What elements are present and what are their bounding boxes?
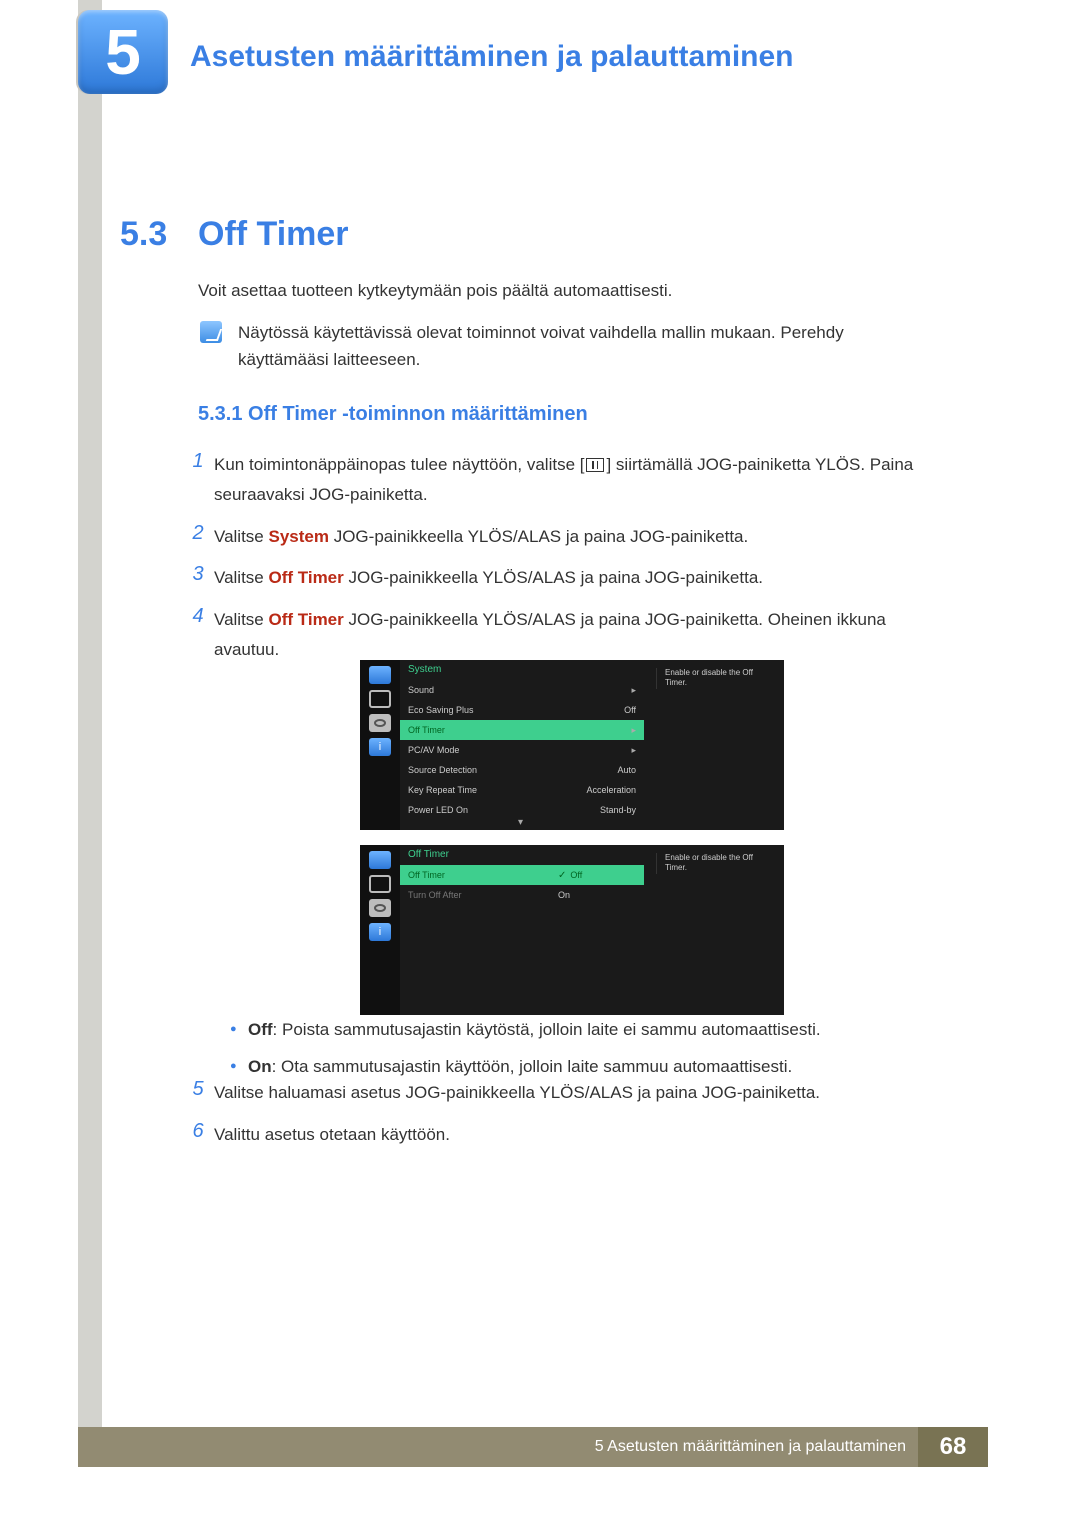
bullet-dot-icon: ●: [230, 1053, 248, 1080]
bullet-item: ●Off: Poista sammutusajastin käytöstä, j…: [230, 1016, 940, 1043]
highlight-term: Off Timer: [269, 568, 344, 587]
footer-bar: 5 Asetusten määrittäminen ja palauttamin…: [78, 1427, 918, 1467]
bullet-dot-icon: ●: [230, 1016, 248, 1043]
chapter-title: Asetusten määrittäminen ja palauttaminen: [190, 40, 794, 74]
resize-icon: [369, 690, 391, 708]
osd-description: Enable or disable the Off Timer.: [656, 668, 776, 689]
bullet-text: On: Ota sammutusajastin käyttöön, jolloi…: [248, 1053, 792, 1080]
osd-iconbar: i: [360, 660, 400, 830]
highlight-term: System: [269, 527, 329, 546]
osd-offtimer-menu: i Off Timer Off Timer Turn Off After ✓ Off…: [360, 845, 784, 1015]
menu-value: Stand-by: [600, 805, 636, 815]
subsection-title: 5.3.1 Off Timer -toiminnon määrittäminen: [198, 403, 588, 426]
step-text: Valitse haluamasi asetus JOG-painikkeell…: [214, 1078, 942, 1108]
osd-system-menu: i System Sound▸Eco Saving PlusOffOff Tim…: [360, 660, 784, 830]
bullet-item: ●On: Ota sammutusajastin käyttöön, jollo…: [230, 1053, 940, 1080]
osd-popup: ✓ OffOn: [550, 865, 644, 905]
osd-rows: Off Timer Turn Off After: [400, 865, 550, 905]
page-number: 68: [918, 1427, 988, 1467]
osd-rows: Sound▸Eco Saving PlusOffOff Timer▸PC/AV …: [400, 680, 644, 820]
menu-value: Acceleration: [586, 785, 636, 795]
note-icon: [200, 321, 222, 343]
osd-description: Enable or disable the Off Timer.: [656, 853, 776, 874]
step: 3Valitse Off Timer JOG-painikkeella YLÖS…: [182, 563, 942, 593]
step-text: Kun toimintonäppäinopas tulee näyttöön, …: [214, 450, 942, 510]
menu-row[interactable]: PC/AV Mode▸: [400, 740, 644, 760]
chevron-right-icon: ▸: [631, 745, 636, 756]
menu-icon: [586, 458, 604, 472]
menu-label: Sound: [408, 685, 631, 695]
section-title: Off Timer: [198, 215, 349, 254]
menu-row[interactable]: Eco Saving PlusOff: [400, 700, 644, 720]
step-number: 3: [182, 563, 214, 593]
info-icon: i: [369, 738, 391, 756]
step-text: Valitse System JOG-painikkeella YLÖS/ALA…: [214, 522, 942, 552]
step-number: 4: [182, 605, 214, 665]
steps-list-continued: 5Valitse haluamasi asetus JOG-painikkeel…: [182, 1078, 942, 1162]
section-number: 5.3: [120, 215, 167, 254]
steps-list: 1Kun toimintonäppäinopas tulee näyttöön,…: [182, 450, 942, 677]
menu-value: Off: [624, 705, 636, 715]
chapter-badge: 5: [78, 10, 168, 94]
chevron-right-icon: ▸: [631, 685, 636, 696]
step-text: Valittu asetus otetaan käyttöön.: [214, 1120, 942, 1150]
step: 4Valitse Off Timer JOG-painikkeella YLÖS…: [182, 605, 942, 665]
menu-row[interactable]: Off Timer: [400, 865, 550, 885]
highlight-term: Off Timer: [269, 610, 344, 629]
menu-row[interactable]: Source DetectionAuto: [400, 760, 644, 780]
step-number: 1: [182, 450, 214, 510]
step: 2Valitse System JOG-painikkeella YLÖS/AL…: [182, 522, 942, 552]
info-icon: i: [369, 923, 391, 941]
menu-label: Turn Off After: [408, 890, 542, 900]
popup-option[interactable]: ✓ Off: [550, 865, 644, 885]
bullet-text: Off: Poista sammutusajastin käytöstä, jo…: [248, 1016, 821, 1043]
step: 6Valittu asetus otetaan käyttöön.: [182, 1120, 942, 1150]
bullet-term: Off: [248, 1020, 273, 1039]
step-text: Valitse Off Timer JOG-painikkeella YLÖS/…: [214, 563, 942, 593]
step-number: 5: [182, 1078, 214, 1108]
step-number: 2: [182, 522, 214, 552]
menu-label: PC/AV Mode: [408, 745, 631, 755]
menu-label: Off Timer: [408, 870, 542, 880]
menu-label: Key Repeat Time: [408, 785, 586, 795]
step: 5Valitse haluamasi asetus JOG-painikkeel…: [182, 1078, 942, 1108]
step-text: Valitse Off Timer JOG-painikkeella YLÖS/…: [214, 605, 942, 665]
menu-label: Eco Saving Plus: [408, 705, 624, 715]
option-label: Off: [570, 870, 582, 880]
chevron-right-icon: ▸: [631, 725, 636, 736]
note-text: Näytössä käytettävissä olevat toiminnot …: [238, 319, 938, 373]
monitor-icon: [369, 666, 391, 684]
footer-text: 5 Asetusten määrittäminen ja palauttamin…: [595, 1427, 906, 1467]
monitor-icon: [369, 851, 391, 869]
side-gutter: [78, 0, 102, 1430]
menu-label: Off Timer: [408, 725, 631, 735]
resize-icon: [369, 875, 391, 893]
menu-row[interactable]: Off Timer▸: [400, 720, 644, 740]
scroll-down-arrow: ▾: [518, 817, 523, 828]
menu-value: Auto: [617, 765, 636, 775]
menu-row[interactable]: Turn Off After: [400, 885, 550, 905]
osd-header: Off Timer: [408, 849, 449, 860]
osd-header: System: [408, 664, 441, 675]
option-label: On: [558, 890, 570, 900]
menu-label: Power LED On: [408, 805, 600, 815]
step: 1Kun toimintonäppäinopas tulee näyttöön,…: [182, 450, 942, 510]
menu-label: Source Detection: [408, 765, 617, 775]
intro-paragraph: Voit asettaa tuotteen kytkeytymään pois …: [198, 278, 672, 304]
check-icon: ✓: [558, 870, 566, 881]
osd-iconbar: i: [360, 845, 400, 1015]
step-number: 6: [182, 1120, 214, 1150]
gear-icon: [369, 714, 391, 732]
bullet-term: On: [248, 1057, 272, 1076]
menu-row[interactable]: Sound▸: [400, 680, 644, 700]
menu-row[interactable]: Key Repeat TimeAcceleration: [400, 780, 644, 800]
gear-icon: [369, 899, 391, 917]
popup-option[interactable]: On: [550, 885, 644, 905]
